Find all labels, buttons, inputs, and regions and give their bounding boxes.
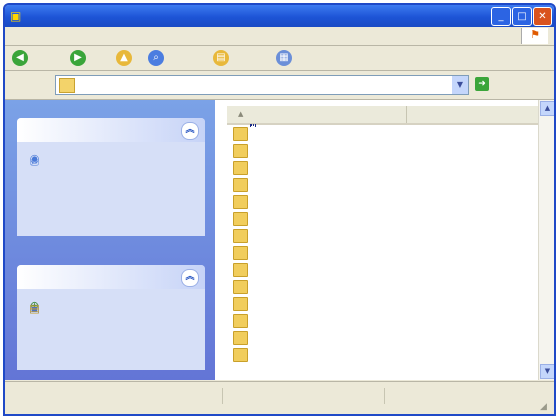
status-object-count — [13, 388, 223, 404]
up-folder-button[interactable]: ▲ — [113, 49, 138, 67]
standard-toolbar: ◀ ▶ ▲ ⌕ ▤ ▦ — [5, 46, 554, 71]
back-button[interactable]: ◀ — [9, 49, 34, 67]
resize-grip-icon[interactable]: ◢ — [540, 401, 552, 413]
up-folder-icon: ▲ — [116, 49, 132, 66]
table-row[interactable] — [227, 278, 539, 295]
table-row[interactable] — [227, 227, 539, 244]
folders-icon: ▤ — [213, 49, 229, 66]
other-places-panel: ︽ ⊕ ▣ ▤ — [17, 265, 205, 370]
views-icon: ▦ — [276, 49, 292, 66]
tasks-panel-header[interactable]: ︽ — [17, 118, 205, 142]
sort-arrow-icon: ▲ — [238, 110, 244, 118]
table-row[interactable] — [227, 261, 539, 278]
file-list-pane: ▲ ▲ ▼ — [215, 100, 554, 380]
table-row[interactable] — [227, 176, 539, 193]
folder-icon — [233, 314, 248, 328]
table-row[interactable] — [227, 142, 539, 159]
table-row[interactable] — [227, 295, 539, 312]
folder-icon — [233, 127, 248, 141]
status-size — [295, 388, 385, 404]
table-row[interactable] — [227, 210, 539, 227]
column-header-name[interactable]: ▲ — [227, 106, 407, 123]
forward-arrow-icon: ▶ — [70, 49, 86, 66]
menu-item-tools[interactable] — [57, 32, 67, 34]
folder-icon — [59, 78, 75, 93]
folder-icon — [233, 229, 248, 243]
table-row[interactable] — [227, 312, 539, 329]
search-button[interactable]: ⌕ — [145, 49, 170, 67]
address-bar: ▼ ➜ — [5, 71, 554, 100]
search-icon: ⌕ — [148, 49, 164, 66]
folder-icon — [233, 280, 248, 294]
maximize-button[interactable]: □ — [512, 7, 532, 26]
status-bar: ◢ — [5, 381, 554, 414]
column-header-type[interactable] — [407, 106, 539, 123]
folder-icon — [233, 144, 248, 158]
scroll-up-arrow-icon[interactable]: ▲ — [540, 101, 554, 116]
table-row[interactable] — [227, 159, 539, 176]
collapse-chevron-icon[interactable]: ︽ — [181, 269, 199, 287]
menu-item-help[interactable] — [69, 32, 79, 34]
menu-bar: ⚑ — [5, 27, 554, 46]
column-header: ▲ — [227, 106, 539, 125]
status-zone — [390, 388, 530, 404]
table-row[interactable] — [227, 346, 539, 363]
address-field[interactable]: ▼ — [55, 75, 469, 95]
table-row[interactable] — [227, 244, 539, 261]
go-arrow-icon: ➜ — [475, 77, 489, 91]
folder-icon — [233, 195, 248, 209]
content-area: ︽ ◉ ⎙ ⌕ ︽ ⊕ ▣ ▤ ▲ ▲ ▼ — [5, 100, 554, 380]
tasks-panel: ︽ ◉ ⎙ ⌕ — [17, 118, 205, 236]
search-icon: ⌕ — [31, 155, 38, 168]
windows-logo-icon: ⚑ — [521, 28, 548, 44]
task-pane: ︽ ◉ ⎙ ⌕ ︽ ⊕ ▣ ▤ — [5, 100, 215, 380]
explorer-window: ▣ _ □ ✕ ⚑ ◀ ▶ ▲ ⌕ ▤ ▦ ▼ ➜ ︽ ◉ ⎙ ⌕ ︽ ⊕ ▣ … — [3, 3, 556, 416]
collapse-chevron-icon[interactable]: ︽ — [181, 122, 199, 140]
vertical-scrollbar[interactable]: ▲ ▼ — [538, 100, 554, 380]
folder-icon — [233, 297, 248, 311]
close-button[interactable]: ✕ — [533, 7, 552, 26]
title-bar[interactable]: ▣ _ □ ✕ — [5, 5, 554, 27]
shared-folder-icon: ▤ — [29, 302, 40, 315]
address-dropdown-icon[interactable]: ▼ — [452, 76, 468, 94]
folder-icon — [233, 212, 248, 226]
forward-button[interactable]: ▶ — [67, 49, 92, 67]
table-row[interactable] — [227, 193, 539, 210]
back-arrow-icon: ◀ — [12, 49, 28, 66]
views-button[interactable]: ▦ — [273, 49, 298, 67]
folder-app-icon: ▣ — [10, 9, 22, 23]
folder-icon — [233, 348, 248, 362]
file-rows — [227, 125, 539, 363]
folders-button[interactable]: ▤ — [210, 49, 235, 67]
folder-icon — [233, 178, 248, 192]
folder-icon — [233, 331, 248, 345]
table-row[interactable] — [227, 125, 539, 142]
menu-item-view[interactable] — [31, 32, 41, 34]
minimize-button[interactable]: _ — [491, 7, 511, 26]
other-places-header[interactable]: ︽ — [17, 265, 205, 289]
scroll-down-arrow-icon[interactable]: ▼ — [540, 364, 554, 379]
folder-icon — [233, 161, 248, 175]
menu-item-edit[interactable] — [18, 32, 28, 34]
folder-icon — [233, 246, 248, 260]
menu-item-file[interactable] — [5, 32, 15, 34]
folder-icon — [233, 263, 248, 277]
table-row[interactable] — [227, 329, 539, 346]
menu-item-favorites[interactable] — [44, 32, 54, 34]
go-button[interactable]: ➜ — [475, 75, 513, 94]
